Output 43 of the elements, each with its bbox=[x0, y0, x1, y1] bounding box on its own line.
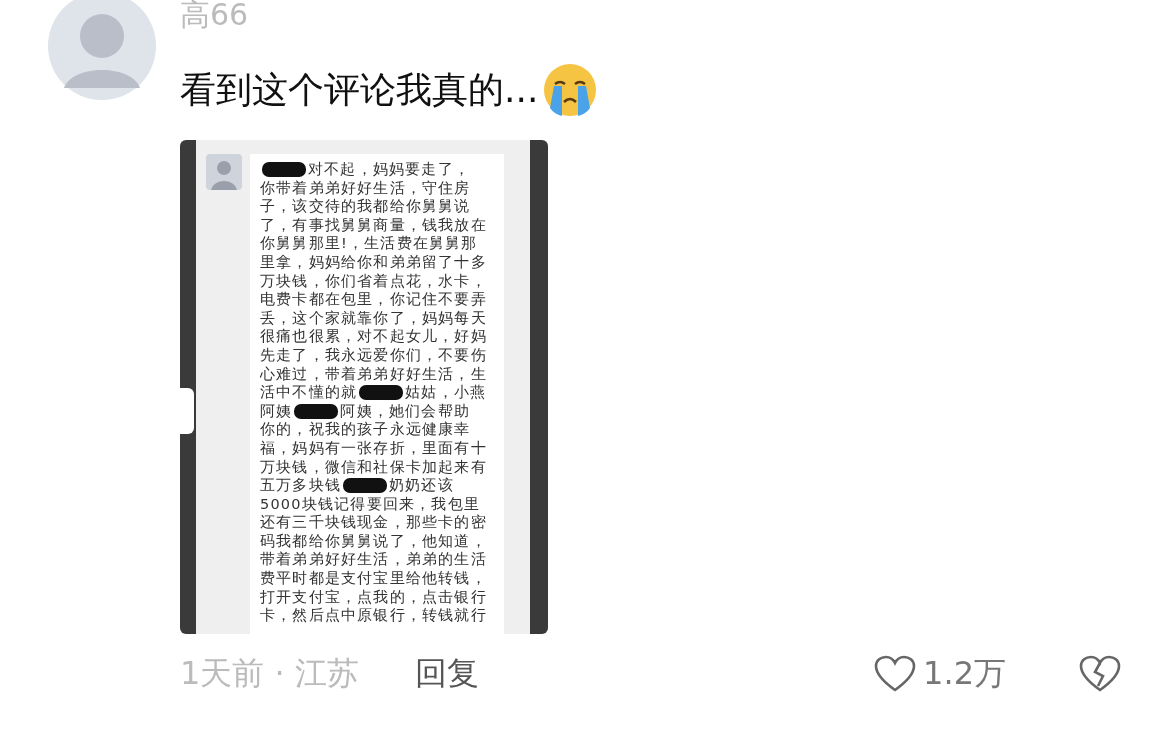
message-text: 五万多块钱 bbox=[260, 476, 341, 495]
message-text: 很痛也很累，对不起女儿，好妈 bbox=[260, 327, 487, 346]
redaction-mark bbox=[262, 161, 306, 177]
message-text: 了，有事找舅舅商量，钱我放在 bbox=[260, 215, 487, 235]
reply-button[interactable]: 回复 bbox=[414, 652, 479, 696]
redaction-mark bbox=[343, 477, 387, 493]
message-text: 万块钱，微信和社保卡加起来有 bbox=[260, 457, 487, 477]
message-text: 打开支付宝，点我的，点击银行 bbox=[260, 587, 487, 607]
message-text: 码我都给你舅舅说了，他知道， bbox=[260, 531, 487, 551]
message-text: 福，妈妈有一张存折，里面有十 bbox=[260, 438, 487, 458]
side-handle[interactable] bbox=[180, 388, 194, 434]
message-text: 费平时都是支付宝里给他转钱， bbox=[260, 569, 487, 588]
message-text: 5000块钱记得要回来，我包里 bbox=[260, 494, 480, 514]
crying-emoji-icon bbox=[542, 62, 599, 118]
broken-heart-icon bbox=[1078, 654, 1122, 694]
message-text: 电费卡都在包里，你记住不要弄 bbox=[260, 290, 487, 309]
message-text: 心难过，带着弟弟好好生活，生 bbox=[260, 364, 487, 384]
message-text: 阿姨 bbox=[260, 401, 293, 421]
message-text: 奶奶还该 bbox=[389, 476, 454, 495]
message-text: 姑姑，小燕 bbox=[405, 383, 487, 402]
heart-icon bbox=[873, 654, 918, 694]
redaction-mark bbox=[294, 403, 339, 419]
message-text: 还有三千块钱现金，那些卡的密 bbox=[260, 513, 487, 532]
message-text: 带着弟弟好好生活，弟弟的生活 bbox=[260, 550, 487, 570]
chat-screenshot[interactable] bbox=[180, 140, 548, 634]
redaction-mark bbox=[359, 384, 404, 400]
message-text: 你的，祝我的孩子永远健康幸 bbox=[260, 420, 471, 439]
message-text: 里拿，妈妈给你和弟弟留了十多 bbox=[260, 252, 487, 272]
message-text: 你带着弟弟好好生活，守住房 bbox=[260, 178, 471, 198]
message-text: 活中不懂的就 bbox=[260, 383, 358, 402]
like-button[interactable]: 1.2万 bbox=[873, 652, 1006, 696]
message-text: 丢，这个家就靠你了，妈妈每天 bbox=[260, 308, 487, 328]
message-text: 你舅舅那里!，生活费在舅舅那 bbox=[260, 234, 478, 253]
chat-avatar bbox=[206, 154, 242, 190]
message-text: 子，该交待的我都给你舅舅说 bbox=[260, 197, 471, 216]
timestamp-location: 1天前 · 江苏 bbox=[180, 653, 359, 694]
dislike-button[interactable] bbox=[1078, 654, 1122, 694]
comment-text: 看到这个评论我真的... bbox=[180, 68, 539, 112]
message-text: 万块钱，你们省着点花，水卡， bbox=[260, 271, 487, 291]
message-text: 卡，然后点中原银行，转钱就行 bbox=[260, 606, 487, 625]
message-text: 阿姨，她们会帮助 bbox=[340, 401, 470, 421]
message-text: 先走了，我永远爱你们，不要伤 bbox=[260, 345, 487, 365]
message-text: 对不起，妈妈要走了， bbox=[308, 160, 470, 179]
